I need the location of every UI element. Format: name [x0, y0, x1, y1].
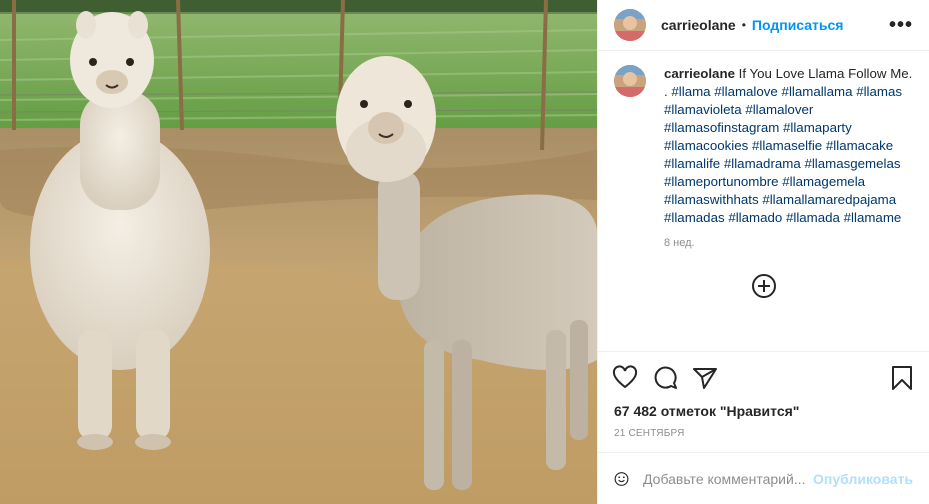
hashtag-link[interactable]: #llamagemela: [782, 174, 865, 189]
hashtag-link[interactable]: #llamas: [856, 84, 902, 99]
comment-bubble-icon[interactable]: [652, 365, 678, 391]
hashtag-link[interactable]: #llamaparty: [783, 120, 852, 135]
caption-avatar-image: [614, 65, 646, 97]
action-bar: [598, 351, 929, 403]
hashtag-link[interactable]: #llamada: [786, 210, 840, 225]
hashtag-link[interactable]: #llamalove: [714, 84, 778, 99]
smiley-icon[interactable]: [614, 466, 629, 492]
plus-circle-icon[interactable]: [751, 273, 777, 299]
hashtag-link[interactable]: #llama: [671, 84, 710, 99]
paper-plane-icon[interactable]: [692, 365, 718, 391]
hashtag-link[interactable]: #llamavioleta: [664, 102, 742, 117]
hashtag-link[interactable]: #llamado: [728, 210, 782, 225]
caption-area: carrieolane If You Love Llama Follow Me.…: [598, 51, 929, 351]
avatar[interactable]: [614, 9, 646, 41]
comment-input[interactable]: [643, 470, 814, 487]
hashtag-link[interactable]: #llamalover: [745, 102, 813, 117]
caption: carrieolane If You Love Llama Follow Me.…: [614, 65, 913, 227]
llama-photo: [0, 0, 597, 504]
hashtag-list: #llama #llamalove #llamallama #llamas #l…: [664, 84, 902, 225]
hashtag-link[interactable]: #llamasgemelas: [804, 156, 900, 171]
comment-bar: Опубликовать: [598, 452, 929, 504]
more-options-icon[interactable]: •••: [889, 14, 913, 37]
hashtag-link[interactable]: #llamallamaredpajama: [762, 192, 896, 207]
post-header: carrieolane • Подписаться •••: [598, 0, 929, 51]
post-sidebar: carrieolane • Подписаться ••• carrieolan…: [597, 0, 929, 504]
hashtag-link[interactable]: #llamacookies: [664, 138, 748, 153]
publish-button[interactable]: Опубликовать: [813, 471, 913, 487]
hashtag-link[interactable]: #llamallama: [782, 84, 853, 99]
hashtag-link[interactable]: #llamacake: [826, 138, 893, 153]
bookmark-icon[interactable]: [889, 365, 915, 391]
hashtag-link[interactable]: #llamame: [844, 210, 902, 225]
separator-dot: •: [741, 18, 746, 32]
hashtag-link[interactable]: #llamaswithhats: [664, 192, 759, 207]
avatar-image: [614, 9, 646, 41]
hashtag-link[interactable]: #llameportunombre: [664, 174, 779, 189]
header-username[interactable]: carrieolane: [661, 17, 736, 33]
heart-icon[interactable]: [612, 364, 638, 391]
likes-count[interactable]: 67 482 отметок "Нравится": [598, 403, 929, 419]
caption-username[interactable]: carrieolane: [664, 66, 735, 81]
hashtag-link[interactable]: #llamadrama: [724, 156, 801, 171]
hashtag-link[interactable]: #llamaselfie: [752, 138, 822, 153]
hashtag-link[interactable]: #llamadas: [664, 210, 725, 225]
post-photo[interactable]: [0, 0, 597, 504]
post-date: 21 СЕНТЯБРЯ: [614, 428, 685, 439]
time-ago: 8 нед.: [664, 237, 695, 249]
caption-avatar[interactable]: [614, 65, 646, 97]
caption-text: carrieolane If You Love Llama Follow Me.…: [664, 65, 913, 227]
hashtag-link[interactable]: #llamalife: [664, 156, 720, 171]
instagram-post: carrieolane • Подписаться ••• carrieolan…: [0, 0, 929, 504]
hashtag-link[interactable]: #llamasofinstagram: [664, 120, 779, 135]
follow-button[interactable]: Подписаться: [752, 17, 844, 33]
